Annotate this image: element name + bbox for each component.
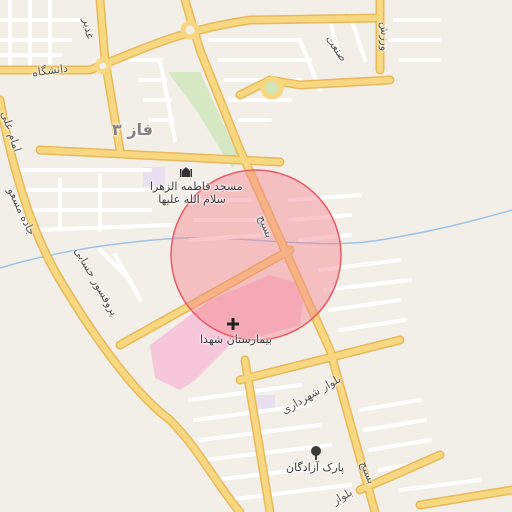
poi-label-mosque[interactable]: مسجد فاطمه الزهرا سلام الله علیها (150, 180, 243, 206)
map-canvas[interactable]: فاز ۳ دانشگاه غدیر صنعت ورزش امام علی جا… (0, 0, 512, 512)
district-label: فاز ۳ (112, 120, 154, 139)
street-label-varzesh: ورزش (378, 21, 392, 52)
mosque-icon[interactable] (180, 166, 192, 178)
roundabout-east (260, 76, 284, 100)
roundabout-west (94, 57, 112, 75)
poi-label-hospital[interactable]: بیمارستان شهدا (200, 333, 272, 346)
poi-label-mosque-line1: مسجد فاطمه الزهرا (150, 180, 243, 193)
poi-label-mosque-line2: سلام الله علیها (158, 193, 226, 206)
park-tree-icon[interactable] (310, 446, 322, 460)
hospital-cross-icon[interactable] (227, 318, 239, 330)
roundabout-north (180, 20, 200, 40)
poi-label-park[interactable]: پارک آزادگان (286, 461, 344, 474)
